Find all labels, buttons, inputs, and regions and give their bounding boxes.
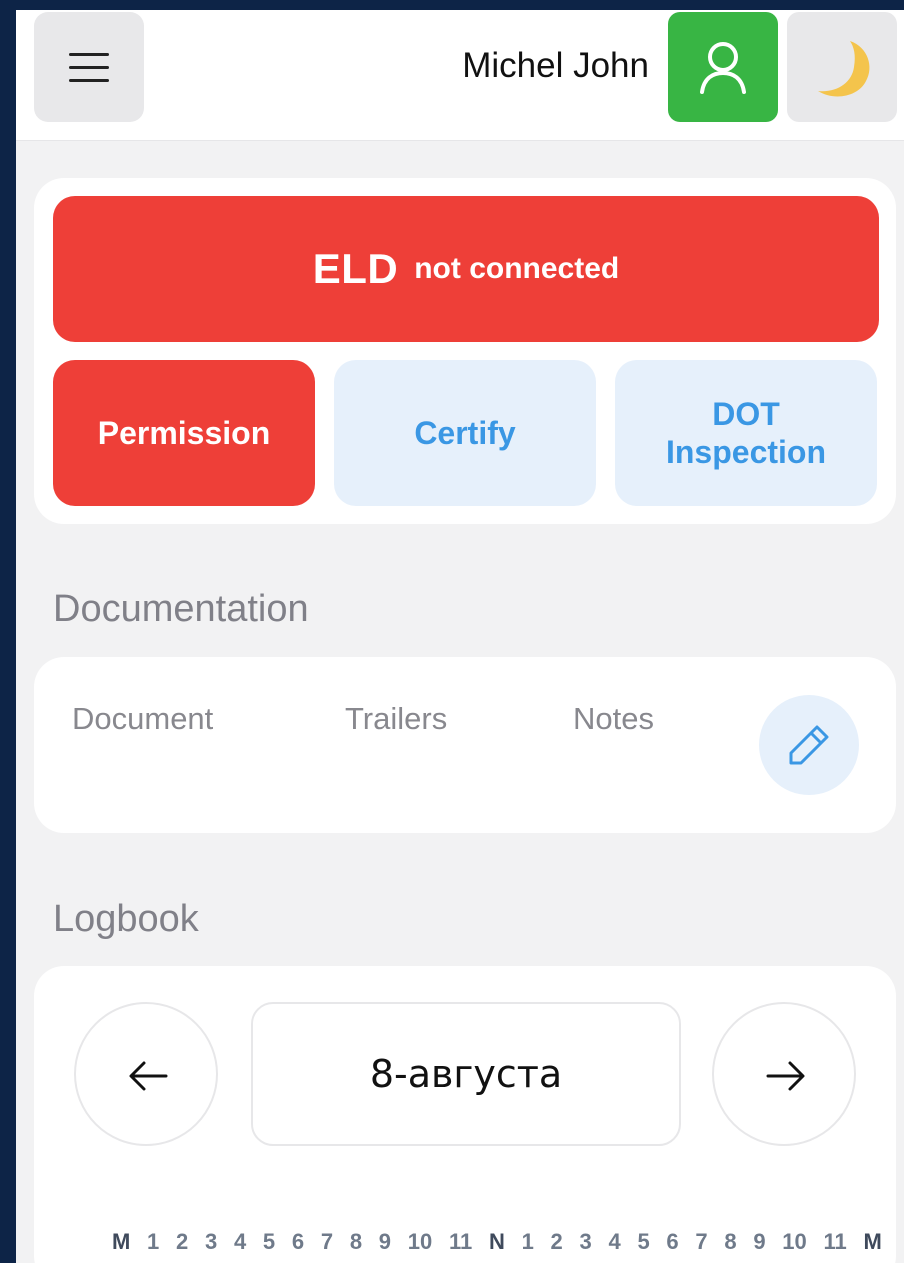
document-column: Document [72, 701, 214, 736]
notes-column: Notes [573, 701, 654, 736]
trailers-column: Trailers [345, 701, 448, 736]
documentation-card: Document Trailers Notes [34, 657, 896, 833]
eld-status-card: ELD not connected Permission Certify DOT… [34, 178, 896, 524]
dot-inspection-label: DOT Inspection [666, 395, 826, 471]
hour-label: 5 [262, 1229, 276, 1254]
hour-label: M [863, 1229, 882, 1254]
hamburger-icon [69, 53, 109, 82]
certify-button[interactable]: Certify [334, 360, 596, 506]
arrow-left-icon [129, 1061, 168, 1091]
edit-documentation-button[interactable] [759, 695, 859, 795]
hour-label: 2 [176, 1229, 189, 1254]
eld-label: ELD [312, 245, 399, 292]
moon-icon [818, 41, 870, 97]
hour-label: 7 [320, 1229, 334, 1254]
hour-label: 10 [407, 1229, 433, 1254]
hour-label: 8 [724, 1229, 737, 1254]
hour-label: 1 [521, 1229, 534, 1254]
user-name: Michel John [462, 46, 649, 85]
top-bar: Michel John [16, 10, 904, 141]
hour-label: 1 [147, 1229, 160, 1254]
dot-inspection-line2: Inspection [665, 434, 826, 470]
hour-label: 8 [349, 1229, 363, 1254]
theme-toggle-button[interactable] [787, 12, 897, 122]
hours-axis: M 1 2 3 4 5 6 7 8 9 10 11 N 1 2 3 4 5 6 7 8 9 10 11 M [112, 1224, 882, 1260]
next-day-button[interactable] [712, 1002, 856, 1146]
hour-label: 11 [823, 1229, 847, 1254]
arrow-right-icon [766, 1061, 805, 1091]
permission-button[interactable]: Permission [53, 360, 315, 506]
hour-label: N [488, 1229, 505, 1254]
hour-label: M [112, 1229, 131, 1254]
hour-label: 2 [550, 1229, 563, 1254]
dot-inspection-line1: DOT [712, 396, 780, 432]
hour-label: 7 [695, 1229, 708, 1254]
hour-label: 6 [291, 1229, 305, 1254]
pencil-icon [789, 725, 829, 765]
menu-button[interactable] [34, 12, 144, 122]
hour-label: 11 [448, 1229, 473, 1254]
hour-label: 5 [637, 1229, 650, 1254]
logbook-card: 8-августа M 1 2 3 4 5 6 7 8 9 10 11 N 1 2 3 4 5 6 7 8 9 10 11 M [34, 966, 896, 1263]
documentation-title: Documentation [53, 588, 309, 630]
profile-button[interactable] [668, 12, 778, 122]
hour-label: 10 [782, 1229, 807, 1254]
hour-label: 4 [233, 1229, 247, 1254]
hour-label: 4 [608, 1229, 621, 1254]
previous-day-button[interactable] [74, 1002, 218, 1146]
user-icon [700, 42, 746, 94]
dot-inspection-button[interactable]: DOT Inspection [615, 360, 877, 506]
hour-label: 3 [579, 1229, 592, 1254]
app-screen: Michel John ELD not connected Permission… [16, 10, 904, 1263]
hour-label: 6 [666, 1229, 679, 1254]
hour-label: 3 [204, 1229, 218, 1254]
logbook-title: Logbook [53, 898, 199, 940]
hour-label: 9 [378, 1229, 392, 1254]
date-selector[interactable]: 8-августа [251, 1002, 681, 1146]
eld-status-banner[interactable]: ELD not connected [53, 196, 879, 342]
hour-label: 9 [753, 1229, 766, 1254]
eld-status-text: not connected [414, 252, 620, 285]
